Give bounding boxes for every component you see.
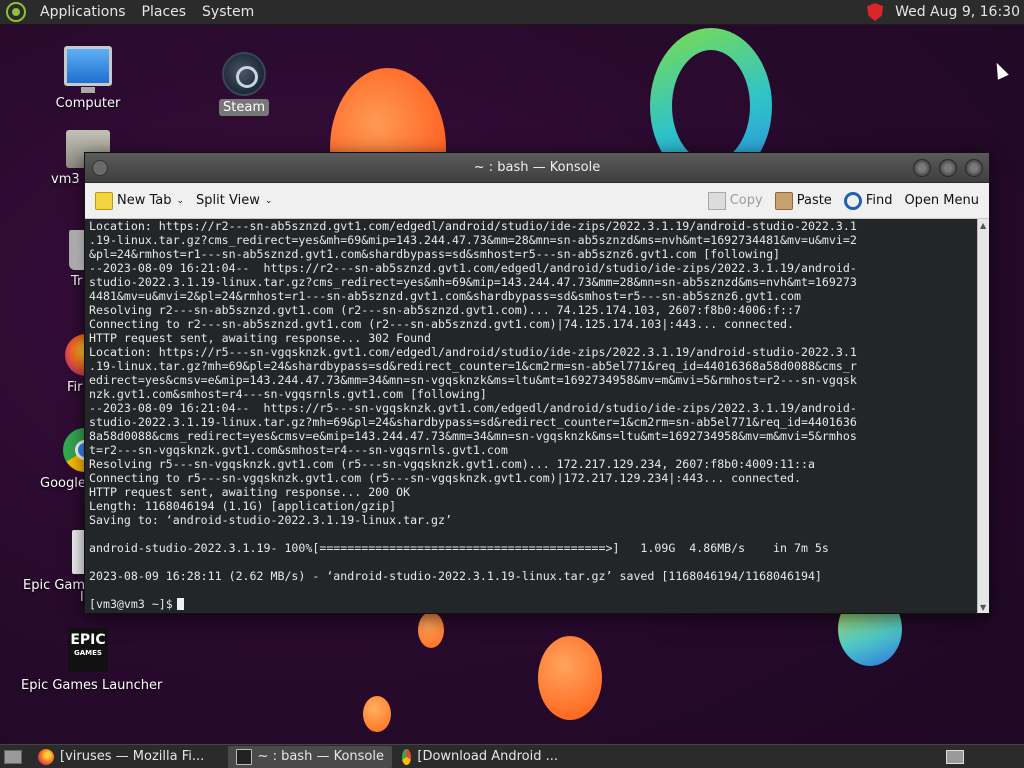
desktop-icon-epic-launcher[interactable]: EPIC GAMES Epic Games Launcher [21, 628, 162, 693]
desktop-icon-computer[interactable]: Computer [33, 46, 143, 111]
terminal-output[interactable]: Location: https://r2---sn-ab5sznzd.gvt1.… [85, 219, 979, 613]
terminal-line: --2023-08-09 16:21:04-- https://r2---sn-… [89, 261, 857, 275]
wallpaper-tiny-ball [363, 696, 391, 732]
show-desktop-icon[interactable] [4, 749, 22, 764]
terminal-line: Resolving r2---sn-ab5sznzd.gvt1.com (r2-… [89, 303, 801, 317]
chrome-icon [402, 748, 412, 765]
terminal-line: Location: https://r5---sn-vgqsknzk.gvt1.… [89, 345, 857, 359]
split-view-button[interactable]: Split View ⌄ [190, 187, 278, 215]
find-button[interactable]: Find [838, 187, 899, 215]
find-label: Find [865, 193, 893, 208]
computer-icon [64, 46, 112, 93]
task-chrome[interactable]: [Download Android ... [394, 746, 566, 768]
terminal-line: --2023-08-09 16:21:04-- https://r5---sn-… [89, 401, 857, 415]
terminal-line: Saving to: ‘android-studio-2022.3.1.19-l… [89, 513, 452, 527]
text-cursor [176, 598, 184, 610]
task-label: ~ : bash — Konsole [257, 749, 384, 764]
top-panel: Applications Places System Wed Aug 9, 16… [0, 0, 1024, 25]
terminal-line: studio-2022.3.1.19-linux.tar.gz?cms_redi… [89, 275, 857, 289]
desktop-icon-label: Epic Games Launcher [21, 678, 163, 693]
terminal-line: 2023-08-09 16:28:11 (2.62 MB/s) - ‘andro… [89, 569, 822, 583]
terminal-line: Length: 1168046194 (1.1G) [application/g… [89, 499, 397, 513]
wallpaper-small-ball [418, 612, 444, 648]
epic-logo-subtext: GAMES [74, 649, 102, 657]
terminal-line: .19-linux.tar.gz?mh=69&pl=24&shardbypass… [89, 359, 857, 373]
panel-clock[interactable]: Wed Aug 9, 16:30 [895, 4, 1020, 20]
paste-icon [774, 191, 793, 210]
chevron-down-icon: ⌄ [264, 195, 273, 206]
scroll-up-icon[interactable]: ▲ [980, 221, 988, 230]
window-controls [913, 159, 983, 177]
menu-system[interactable]: System [194, 0, 262, 25]
konsole-toolbar: New Tab ⌄ Split View ⌄ Copy Paste Find O… [85, 183, 989, 219]
window-title: ~ : bash — Konsole [473, 160, 601, 175]
terminal-line: studio-2022.3.1.19-linux.tar.gz?mh=69&pl… [89, 415, 857, 429]
desktop-icon-label: Steam [219, 99, 269, 116]
new-tab-label: New Tab [117, 193, 172, 208]
terminal-line: nzk.gvt1.com&smhost=r4---sn-vgqsrnls.gvt… [89, 387, 487, 401]
terminal-line: HTTP request sent, awaiting response... … [89, 485, 411, 499]
split-view-label: Split View [196, 193, 260, 208]
konsole-window[interactable]: ~ : bash — Konsole New Tab ⌄ Split View … [84, 152, 990, 614]
copy-icon [707, 191, 726, 210]
firefox-icon [38, 748, 54, 765]
workspace-switcher-icon[interactable] [946, 749, 964, 764]
terminal-line: .19-linux.tar.gz?cms_redirect=yes&mh=69&… [89, 233, 857, 247]
paste-label: Paste [796, 193, 832, 208]
window-titlebar[interactable]: ~ : bash — Konsole [85, 153, 989, 183]
terminal-line: t=r2---sn-vgqsknzk.gvt1.com&smhost=r4---… [89, 443, 508, 457]
task-label: [viruses — Mozilla Fi... [60, 749, 205, 764]
maximize-button[interactable] [939, 159, 957, 177]
menu-applications[interactable]: Applications [32, 0, 134, 25]
terminal-prompt-line[interactable]: [vm3@vm3 ~]$ [89, 597, 975, 611]
desktop-icon-label: Computer [55, 96, 121, 111]
terminal-scrollbar[interactable]: ▲ ▼ [977, 219, 989, 613]
copy-button[interactable]: Copy [702, 187, 769, 215]
terminal-line: 8a58d0088&cms_redirect=yes&cmsv=e&mip=14… [89, 429, 857, 443]
copy-label: Copy [729, 193, 763, 208]
terminal-line: Location: https://r2---sn-ab5sznzd.gvt1.… [89, 219, 857, 233]
chevron-down-icon: ⌄ [176, 195, 185, 206]
open-menu-button[interactable]: Open Menu [898, 187, 985, 215]
epic-games-icon: EPIC GAMES [68, 628, 108, 672]
paste-button[interactable]: Paste [769, 187, 838, 215]
close-button[interactable] [965, 159, 983, 177]
shell-prompt: [vm3@vm3 ~]$ [89, 597, 173, 611]
terminal-line: Resolving r5---sn-vgqsknzk.gvt1.com (r5-… [89, 457, 815, 471]
window-menu-icon[interactable] [92, 160, 108, 176]
terminal-line: HTTP request sent, awaiting response... … [89, 331, 432, 345]
terminal-line: edirect=yes&cmsv=e&mip=143.244.47.73&mm=… [89, 373, 857, 387]
shield-icon[interactable] [867, 3, 884, 21]
new-tab-button[interactable]: New Tab ⌄ [89, 187, 190, 215]
terminal-line: Connecting to r5---sn-vgqsknzk.gvt1.com … [89, 471, 801, 485]
terminal-line: &pl=24&rmhost=r1---sn-ab5sznzd.gvt1.com&… [89, 247, 781, 261]
steam-icon [222, 52, 266, 96]
scroll-down-icon[interactable]: ▼ [980, 603, 988, 612]
mouse-pointer-icon [991, 60, 1009, 80]
menu-places[interactable]: Places [134, 0, 195, 25]
open-menu-label: Open Menu [904, 193, 979, 208]
terminal-line: android-studio-2022.3.1.19- 100%[=======… [89, 541, 829, 555]
terminal-line: 4481&mv=u&mvi=2&pl=24&rmhost=r1---sn-ab5… [89, 289, 801, 303]
desktop-icon-steam[interactable]: Steam [189, 52, 299, 116]
bottom-taskbar: [viruses — Mozilla Fi... ~ : bash — Kons… [0, 744, 1024, 768]
task-label: [Download Android ... [417, 749, 558, 764]
epic-logo-text: EPIC [70, 632, 106, 648]
terminal-icon [236, 748, 252, 765]
search-icon [843, 191, 862, 210]
task-konsole[interactable]: ~ : bash — Konsole [228, 745, 392, 768]
task-firefox[interactable]: [viruses — Mozilla Fi... [30, 746, 226, 768]
wallpaper-orange-ball-bottom [538, 636, 602, 720]
minimize-button[interactable] [913, 159, 931, 177]
terminal-line: Connecting to r2---sn-ab5sznzd.gvt1.com … [89, 317, 794, 331]
new-tab-icon [95, 191, 113, 210]
distro-logo-icon[interactable] [6, 2, 26, 22]
